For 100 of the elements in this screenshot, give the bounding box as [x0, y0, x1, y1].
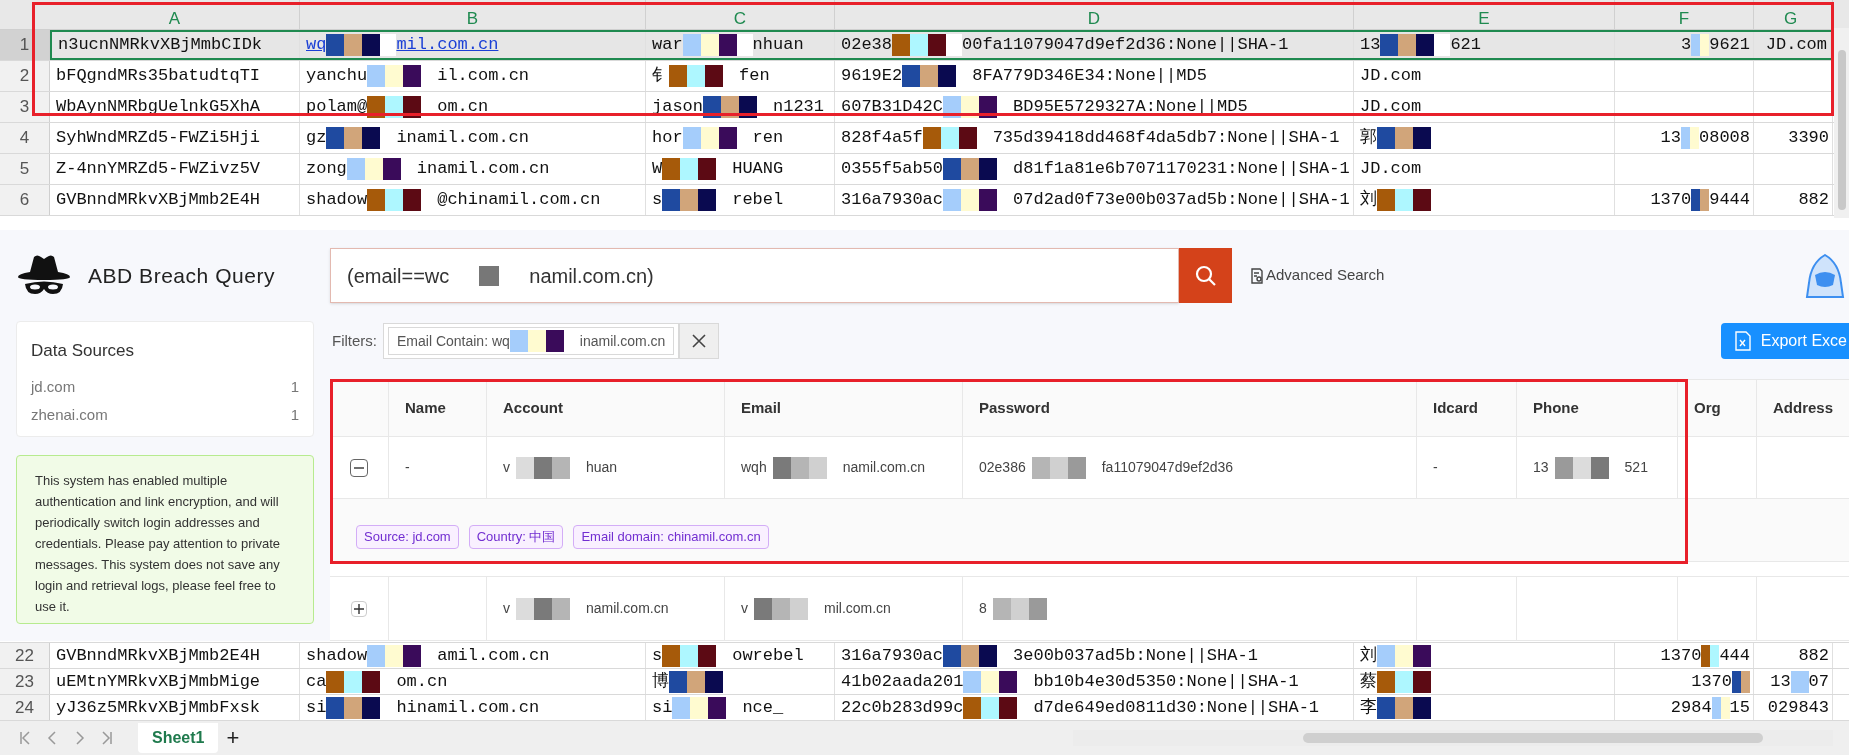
cell-text: 13	[1533, 458, 1549, 477]
cell-text: hor	[652, 127, 683, 150]
cell-text: 41b02aada201	[841, 670, 964, 693]
cell-text: 607B31D42C	[841, 96, 944, 119]
redaction-block	[1790, 670, 1809, 693]
cell-text: JD.com	[1360, 96, 1422, 119]
cell-text: namil.com.cn	[586, 599, 669, 618]
cell-text: v	[503, 599, 510, 618]
column-header[interactable]: A	[168, 10, 181, 27]
filter-tag[interactable]: Email Contain: wq inamil.com.cn	[388, 327, 675, 355]
cell-text: W	[652, 158, 663, 181]
cell-text: jason	[652, 96, 703, 119]
cell-text: 郭	[1360, 127, 1377, 150]
redaction-block	[1711, 696, 1730, 719]
cell-text: 00fa11079047d9ef2d36:None||SHA-1	[962, 34, 1289, 57]
cell-text: inamil.com.cn	[396, 127, 530, 150]
redaction-block	[892, 34, 962, 56]
cell-text: 444	[1719, 644, 1750, 667]
add-sheet-button[interactable]: +	[226, 727, 240, 749]
document-search-icon	[1250, 267, 1264, 284]
row-number: 6	[0, 185, 50, 215]
cell-text: fen	[739, 65, 770, 88]
expand-toggle[interactable]	[351, 600, 367, 617]
redaction-block	[682, 34, 753, 56]
row-number: 22	[0, 643, 50, 668]
cell-text: 3	[1681, 34, 1692, 57]
column-header[interactable]: F	[1678, 10, 1690, 27]
source-name[interactable]: jd.com	[31, 376, 76, 399]
row-number: 4	[0, 123, 50, 153]
advanced-search-link[interactable]: Advanced Search	[1250, 264, 1385, 287]
cell-text: fa11079047d9ef2d36	[1101, 458, 1234, 477]
cell-text: 8	[979, 599, 987, 618]
cell-text: JD.com	[1765, 34, 1827, 57]
column-header: Org	[1694, 397, 1721, 418]
redaction-block	[1732, 670, 1750, 693]
column-header: Phone	[1533, 397, 1579, 418]
cell-text: 9619E2	[841, 65, 903, 88]
column-header: Idcard	[1433, 397, 1478, 418]
cell-text: 07	[1808, 670, 1829, 693]
cell-text: amil.com.cn	[437, 644, 550, 667]
vertical-scrollbar[interactable]	[1834, 28, 1849, 218]
cell-text: n1231	[773, 96, 825, 119]
cell-text: s	[652, 189, 663, 212]
cell-text: namil.com.cn	[842, 458, 926, 477]
cell-text: 1370	[1691, 670, 1732, 693]
app-title: ABD Breach Query	[88, 262, 275, 289]
cell-text: SyhWndMRZd5-FWZi5Hji	[56, 127, 261, 150]
cell-text: 3390	[1788, 127, 1829, 150]
cell-text: gz	[306, 127, 327, 150]
cell-text: nhuan	[752, 34, 804, 57]
cell-text: d81f1a81e6b7071170231:None||SHA-1	[1013, 158, 1350, 181]
cell-text: 02e386	[979, 458, 1026, 477]
cell-text: 521	[1624, 458, 1648, 477]
collapse-toggle[interactable]	[350, 458, 368, 477]
row-number: 2	[0, 61, 50, 91]
tag: Country: 中国	[468, 525, 564, 549]
cell-text: bb10b4e30d5350:None||SHA-1	[1033, 670, 1299, 693]
cell-text: s	[652, 644, 663, 667]
excel-file-icon	[1734, 331, 1751, 351]
cell-text: 15	[1729, 696, 1750, 719]
cell-text: mil.com.cn	[824, 599, 891, 618]
cell-text: 8FA779D346E34:None||MD5	[972, 65, 1207, 88]
column-header[interactable]: D	[1087, 10, 1101, 27]
search-field[interactable]: (email==wc namil.com.cn)	[330, 248, 1179, 303]
redaction-block	[1701, 644, 1720, 667]
column-header[interactable]: E	[1478, 10, 1490, 27]
cell-text: wqh	[741, 458, 767, 477]
column-header[interactable]: B	[466, 10, 479, 27]
source-count: 1	[290, 377, 299, 398]
search-button[interactable]	[1179, 248, 1232, 303]
source-name[interactable]: zhenai.com	[31, 404, 108, 427]
cell-text: 蔡	[1360, 670, 1377, 693]
column-header[interactable]: G	[1784, 10, 1798, 27]
cell-text: v	[741, 599, 748, 618]
row-number: 5	[0, 154, 50, 184]
cell-text: il.com.cn	[437, 65, 530, 88]
cell-text: bFQgndMRs35batudtqTI	[56, 65, 261, 88]
column-header: Name	[405, 397, 446, 418]
cell-text: -	[405, 458, 410, 477]
cell-text: owrebel	[732, 644, 804, 667]
cell-text: n3ucnNMRkvXBjMmbCIDk	[58, 34, 263, 57]
cell-text: BD95E5729327A:None||MD5	[1013, 96, 1248, 119]
cell-text: 07d2ad0f73e00b037ad5b:None||SHA-1	[1013, 189, 1350, 212]
cell-text: v	[503, 458, 510, 477]
cell-text: -	[1433, 458, 1438, 477]
export-button[interactable]: Export Exce	[1720, 323, 1849, 359]
redaction-block	[326, 34, 397, 56]
cell-text: 316a7930ac	[841, 189, 944, 212]
column-header[interactable]: C	[733, 10, 747, 27]
cell-text: 9444	[1709, 189, 1750, 212]
cell-text: @chinamil.com.cn	[437, 189, 601, 212]
cell-text: yanchu	[306, 65, 368, 88]
cell-text: si	[652, 696, 673, 719]
cell-text: war	[652, 34, 683, 57]
cell-text: inamil.com.cn	[579, 331, 666, 351]
clear-filter-button[interactable]	[679, 323, 720, 359]
cell-text: 钅	[652, 65, 669, 88]
cell-text: JD.com	[1360, 65, 1422, 88]
hooded-avatar-icon[interactable]	[1805, 252, 1845, 299]
sheet-tab[interactable]: Sheet1	[138, 723, 219, 753]
